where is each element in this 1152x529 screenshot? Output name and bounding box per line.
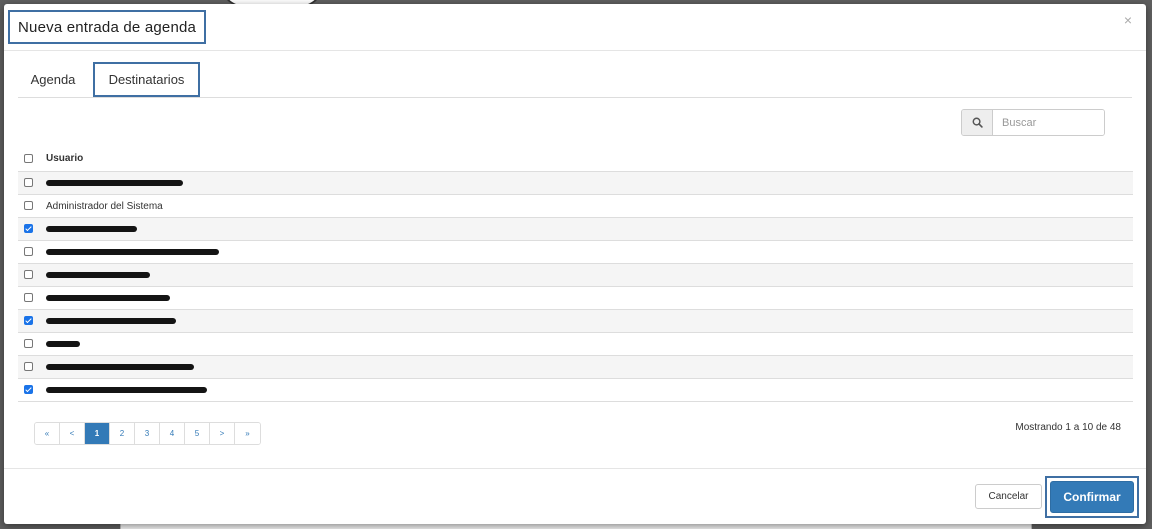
redacted-username (46, 249, 219, 255)
pager-next-button[interactable]: > (210, 423, 235, 444)
cancel-button[interactable]: Cancelar (975, 484, 1042, 509)
select-all-checkbox[interactable] (24, 153, 33, 163)
redacted-username (46, 318, 176, 324)
table-row[interactable] (18, 172, 1133, 195)
table-row[interactable] (18, 379, 1133, 402)
redacted-username (46, 295, 170, 301)
redacted-username (46, 226, 137, 232)
pager-last-button[interactable]: » (235, 423, 260, 444)
pager-prev-button[interactable]: < (60, 423, 85, 444)
row-checkbox[interactable] (24, 247, 33, 256)
close-icon[interactable]: × (1124, 12, 1132, 28)
redacted-username (46, 341, 80, 347)
tab-destinatarios[interactable]: Destinatarios (93, 62, 200, 97)
username-cell: Administrador del Sistema (46, 200, 163, 212)
pager-page-button[interactable]: 1 (85, 423, 110, 444)
footer-divider (4, 468, 1146, 469)
pager-page-button[interactable]: 4 (160, 423, 185, 444)
search-input[interactable] (993, 110, 1104, 135)
search-icon[interactable] (962, 110, 993, 135)
table-header-row: Usuario (18, 146, 1133, 172)
redacted-username (46, 364, 194, 370)
row-checkbox[interactable] (24, 385, 33, 394)
table-row[interactable] (18, 287, 1133, 310)
table-row[interactable] (18, 264, 1133, 287)
row-checkbox[interactable] (24, 339, 33, 348)
row-checkbox[interactable] (24, 270, 33, 279)
redacted-username (46, 272, 150, 278)
row-checkbox[interactable] (24, 224, 33, 233)
row-checkbox[interactable] (24, 293, 33, 302)
pagination-info: Mostrando 1 a 10 de 48 (1015, 422, 1121, 433)
confirm-button-highlight: Confirmar (1045, 476, 1139, 518)
table-row[interactable]: Administrador del Sistema (18, 195, 1133, 218)
redacted-username (46, 180, 183, 186)
table-row[interactable] (18, 356, 1133, 379)
pager-page-button[interactable]: 5 (185, 423, 210, 444)
row-checkbox[interactable] (24, 178, 33, 187)
tab-agenda[interactable]: Agenda (18, 62, 88, 97)
row-checkbox[interactable] (24, 362, 33, 371)
modal-header: Nueva entrada de agenda × (4, 4, 1146, 51)
pagination: «<1 2 3 4 5 >» (34, 422, 261, 445)
row-checkbox[interactable] (24, 316, 33, 325)
modal-title: Nueva entrada de agenda (8, 10, 207, 44)
redacted-username (46, 387, 207, 393)
tab-bar: Agenda Destinatarios (18, 62, 1132, 98)
users-table: Usuario Administrador del Sistema (18, 146, 1133, 402)
table-row[interactable] (18, 218, 1133, 241)
agenda-modal: Nueva entrada de agenda × Agenda Destina… (4, 4, 1146, 524)
row-checkbox[interactable] (24, 201, 33, 210)
table-row[interactable] (18, 241, 1133, 264)
pager-first-button[interactable]: « (35, 423, 60, 444)
confirm-button[interactable]: Confirmar (1050, 481, 1134, 513)
column-header-usuario: Usuario (46, 153, 84, 164)
table-row[interactable] (18, 333, 1133, 356)
search-box (961, 109, 1105, 136)
table-row[interactable] (18, 310, 1133, 333)
pager-page-button[interactable]: 2 (110, 423, 135, 444)
pager-page-button[interactable]: 3 (135, 423, 160, 444)
